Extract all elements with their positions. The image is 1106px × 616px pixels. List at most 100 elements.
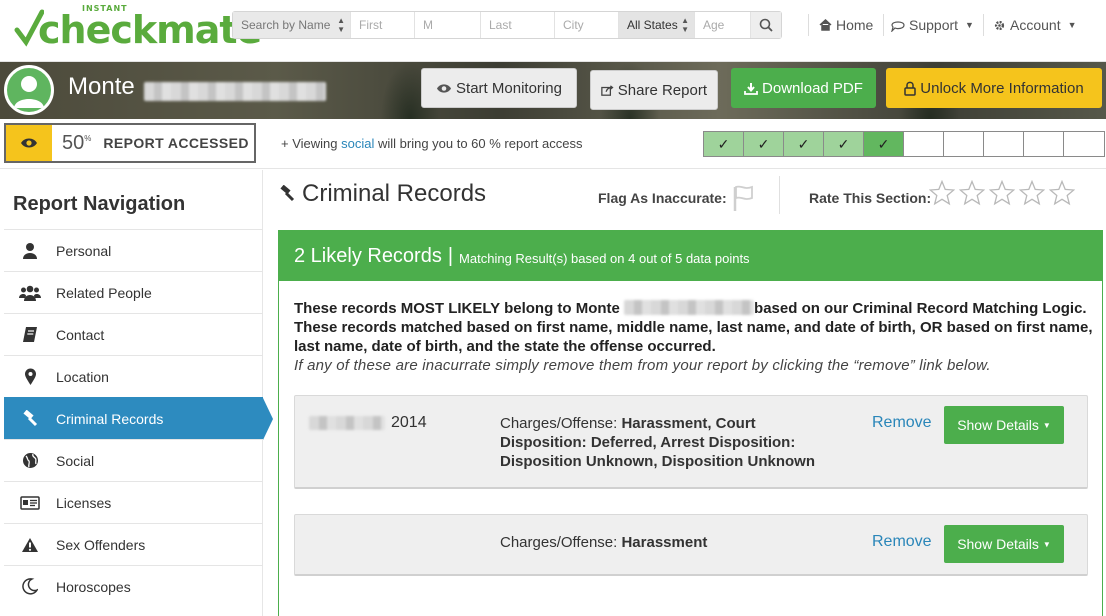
gavel-icon	[4, 409, 56, 428]
unlock-icon	[904, 81, 917, 96]
globe-icon	[4, 452, 56, 469]
sidebar-item-label: Licenses	[56, 494, 112, 511]
matching-subtitle: Matching Result(s) based on 4 out of 5 d…	[459, 250, 750, 266]
records-panel: 2 Likely Records | Matching Result(s) ba…	[278, 230, 1103, 616]
sidebar-item-location[interactable]: Location	[4, 355, 263, 397]
access-label: REPORT ACCESSED	[103, 135, 249, 151]
section-title: Criminal Records	[278, 180, 486, 208]
progress-step-empty	[944, 132, 984, 156]
record-charges: Charges/Offense: Harassment	[500, 534, 708, 551]
access-percent: 50%	[62, 131, 92, 154]
redacted-last-name	[624, 300, 755, 315]
access-message: + Viewing social will bring you to 60 % …	[281, 136, 583, 151]
last-name-input[interactable]: Last	[481, 12, 555, 38]
sidebar-item-label: Social	[56, 452, 95, 469]
user-silhouette-icon	[14, 76, 44, 108]
sidebar-item-licenses[interactable]: Licenses	[4, 481, 263, 523]
access-progress: ✓ ✓ ✓ ✓ ✓	[703, 131, 1105, 157]
avatar	[4, 65, 54, 115]
logo-wordmark: checkmate	[38, 8, 262, 52]
unlock-more-info-button[interactable]: Unlock More Information	[886, 68, 1102, 108]
download-pdf-button[interactable]: Download PDF	[731, 68, 876, 108]
remove-instructions: If any of these are inacurrate simply re…	[294, 357, 991, 374]
remove-link[interactable]: Remove	[872, 533, 932, 551]
report-navigation: Report Navigation Personal Related People…	[0, 170, 273, 616]
sidebar-item-social[interactable]: Social	[4, 439, 263, 481]
support-menu[interactable]: Support ▼	[891, 17, 974, 33]
person-icon	[4, 242, 56, 259]
redacted-date	[309, 416, 385, 430]
middle-initial-input[interactable]: M	[415, 12, 481, 38]
chevron-down-icon: ▼	[965, 20, 974, 30]
records-panel-header: 2 Likely Records | Matching Result(s) ba…	[279, 231, 1102, 281]
home-link[interactable]: Home	[819, 17, 873, 33]
download-icon	[744, 82, 758, 95]
rate-section-label: Rate This Section:	[809, 190, 932, 206]
progress-step-complete: ✓	[864, 132, 904, 156]
progress-step-complete: ✓	[704, 132, 744, 156]
progress-step-empty	[1024, 132, 1064, 156]
search-bar: Search by Name ▲ ▼ First M Last City All …	[232, 11, 782, 39]
remove-link[interactable]: Remove	[872, 414, 932, 432]
nav-divider	[808, 14, 809, 36]
sidebar-item-contact[interactable]: Contact	[4, 313, 263, 355]
top-bar: INSTANT checkmate Search by Name ▲ ▼ Firs…	[0, 0, 1106, 62]
redacted-last-name	[144, 82, 326, 101]
share-report-button[interactable]: Share Report	[590, 70, 718, 110]
profile-banner: Monte Start Monitoring Share Report Down…	[0, 62, 1106, 119]
sidebar-item-label: Contact	[56, 326, 105, 343]
sidebar-item-label: Sex Offenders	[56, 536, 146, 553]
rate-divider	[779, 176, 780, 214]
sidebar-item-label: Personal	[56, 242, 112, 259]
city-input[interactable]: City	[555, 12, 619, 38]
account-menu[interactable]: Account ▼	[993, 17, 1077, 33]
record-charges: Charges/Offense: Harassment, Court Dispo…	[500, 415, 815, 470]
state-select[interactable]: All States ▲ ▼	[619, 12, 695, 38]
eye-icon	[6, 125, 52, 161]
sidebar-item-label: Criminal Records	[56, 410, 164, 427]
report-access-bar: 50% REPORT ACCESSED + Viewing social wil…	[0, 119, 1106, 169]
profile-name: Monte	[68, 73, 135, 100]
eye-icon	[437, 83, 452, 93]
progress-step-empty	[904, 132, 944, 156]
sidebar-list: Personal Related People Contact Location Cri…	[4, 229, 273, 607]
sidebar-item-related-people[interactable]: Related People	[4, 271, 263, 313]
show-details-button[interactable]: Show Details ▼	[944, 525, 1064, 563]
star-icon[interactable]	[928, 179, 956, 211]
start-monitoring-button[interactable]: Start Monitoring	[421, 68, 577, 108]
nav-divider	[983, 14, 984, 36]
warning-icon	[4, 537, 56, 553]
show-details-button[interactable]: Show Details ▼	[944, 406, 1064, 444]
sidebar-item-sex-offenders[interactable]: Sex Offenders	[4, 523, 263, 565]
star-icon[interactable]	[1018, 179, 1046, 211]
id-card-icon	[4, 495, 56, 510]
checkmate-logo[interactable]: INSTANT checkmate	[14, 4, 262, 54]
record-count: 2 Likely Records	[294, 244, 442, 267]
match-description: These records MOST LIKELY belong to Mont…	[294, 300, 1093, 374]
first-name-input[interactable]: First	[351, 12, 415, 38]
search-button[interactable]	[751, 12, 781, 38]
sidebar-item-label: Related People	[56, 284, 152, 301]
progress-step-complete: ✓	[784, 132, 824, 156]
sidebar-item-personal[interactable]: Personal	[4, 229, 263, 271]
social-link[interactable]: social	[341, 136, 374, 151]
gavel-icon	[280, 185, 295, 202]
star-icon[interactable]	[958, 179, 986, 211]
search-type-select[interactable]: Search by Name ▲ ▼	[233, 12, 351, 38]
group-icon	[4, 285, 56, 301]
star-icon[interactable]	[1048, 179, 1076, 211]
star-icon[interactable]	[988, 179, 1016, 211]
moon-icon	[4, 578, 56, 595]
search-icon	[759, 18, 773, 32]
flag-icon[interactable]	[732, 184, 754, 212]
book-icon	[4, 326, 56, 343]
share-icon	[601, 84, 614, 96]
report-accessed-badge: 50% REPORT ACCESSED	[4, 123, 256, 163]
star-rating	[928, 179, 1076, 211]
chat-bubble-icon	[891, 20, 905, 32]
sidebar-item-criminal-records[interactable]: Criminal Records	[4, 397, 273, 440]
age-input[interactable]: Age	[695, 12, 751, 38]
sidebar-item-horoscopes[interactable]: Horoscopes	[4, 565, 263, 607]
caret-down-icon: ▼	[1042, 420, 1051, 430]
sidebar-item-label: Horoscopes	[56, 578, 131, 595]
